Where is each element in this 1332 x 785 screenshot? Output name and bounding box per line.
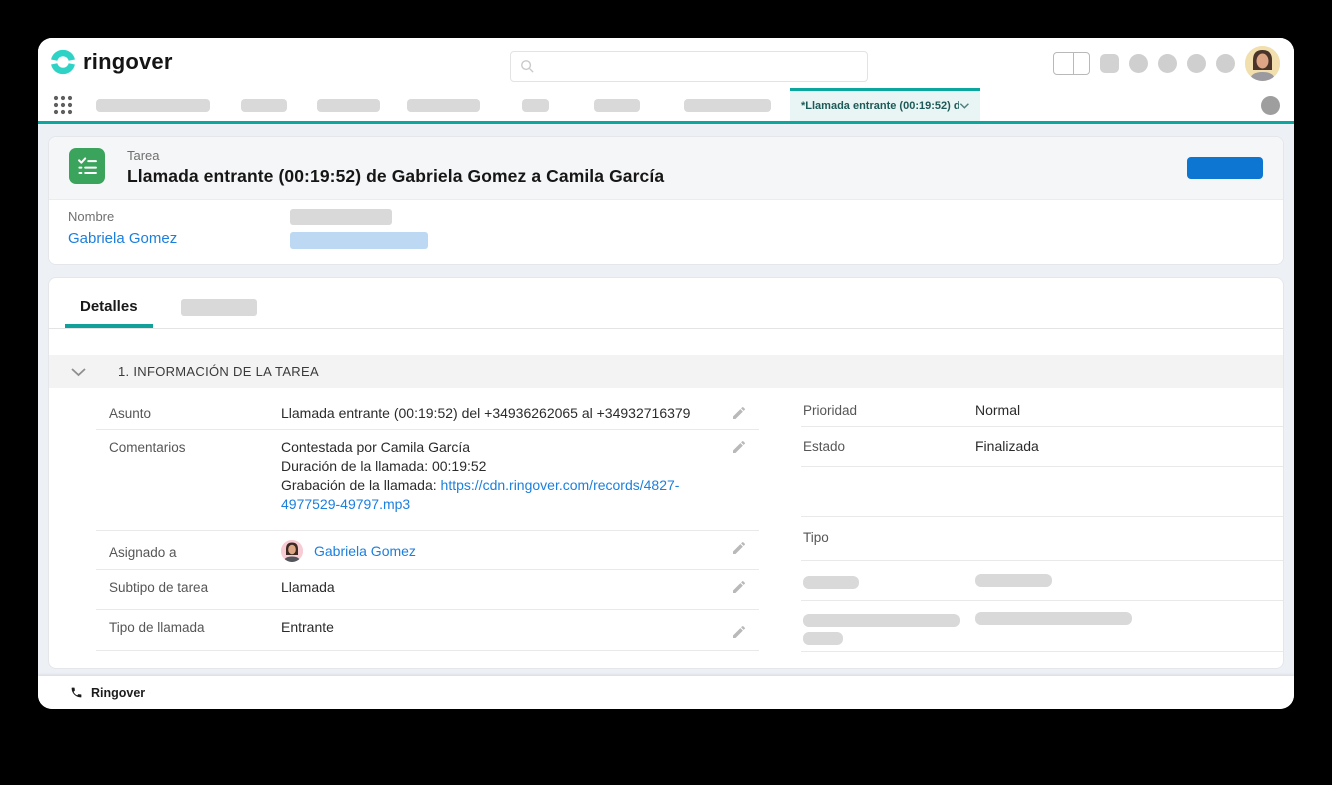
nav-item-placeholder[interactable]: [96, 99, 210, 112]
fields-column-right: Prioridad Normal Estado Finalizada Tipo: [801, 396, 1283, 652]
topbar-placeholder-icon[interactable]: [1129, 54, 1148, 73]
edit-pencil-icon[interactable]: [731, 624, 747, 640]
field-row-placeholder: [801, 601, 1283, 652]
footer-brand-label: Ringover: [91, 686, 145, 700]
search-icon: [520, 59, 535, 74]
field-label: Subtipo de tarea: [109, 578, 281, 595]
field-label: Asunto: [109, 404, 281, 421]
ringover-logo-text: ringover: [83, 49, 173, 75]
assignee-link[interactable]: Gabriela Gomez: [314, 542, 416, 561]
field-row-placeholder: [801, 561, 1283, 601]
placeholder-link-bar[interactable]: [290, 232, 428, 249]
assignee-avatar: [281, 540, 303, 562]
topbar-placeholder-icon[interactable]: [1100, 54, 1119, 73]
placeholder-bar: [290, 209, 392, 225]
global-search: [510, 51, 868, 82]
header-action-button[interactable]: [1187, 157, 1263, 179]
topbar-placeholder-icon[interactable]: [1158, 54, 1177, 73]
name-field-label: Nombre: [68, 209, 290, 224]
field-row-empty: [801, 467, 1283, 517]
field-label-placeholder: [803, 612, 975, 645]
top-bar: ringover: [38, 38, 1294, 88]
record-highlights: Nombre Gabriela Gomez: [49, 199, 1283, 264]
field-label-placeholder: [803, 574, 975, 589]
fields-column-left: Asunto Llamada entrante (00:19:52) del +…: [96, 396, 759, 652]
main-content: Tarea Llamada entrante (00:19:52) de Gab…: [38, 124, 1294, 676]
record-header-top: Tarea Llamada entrante (00:19:52) de Gab…: [49, 137, 1283, 199]
entity-label: Tarea: [127, 148, 664, 163]
section-header-informacion[interactable]: 1. INFORMACIÓN DE LA TAREA: [49, 355, 1283, 388]
phone-icon: [70, 686, 83, 699]
edit-pencil-icon[interactable]: [731, 540, 747, 556]
app-window: ringover: [38, 38, 1294, 709]
tab-label: *Llamada entrante (00:19:52) de…: [801, 100, 959, 112]
field-label: Comentarios: [109, 438, 281, 455]
section-title: 1. INFORMACIÓN DE LA TAREA: [118, 364, 319, 379]
record-header-texts: Tarea Llamada entrante (00:19:52) de Gab…: [127, 148, 664, 187]
edit-pencil-icon[interactable]: [731, 439, 747, 455]
field-label: Tipo de llamada: [109, 618, 281, 635]
field-row-tipo-llamada: Tipo de llamada Entrante: [96, 610, 759, 651]
edit-pencil-icon[interactable]: [731, 405, 747, 421]
comment-line: Duración de la llamada: 00:19:52: [281, 457, 725, 476]
field-value: Llamada entrante (00:19:52) del +3493626…: [281, 404, 759, 423]
field-label: Tipo: [803, 528, 975, 545]
nav-item-placeholder[interactable]: [241, 99, 287, 112]
field-label: Asignado a: [109, 543, 281, 560]
record-header-card: Tarea Llamada entrante (00:19:52) de Gab…: [48, 136, 1284, 265]
nav-item-placeholder[interactable]: [684, 99, 771, 112]
page-title: Llamada entrante (00:19:52) de Gabriela …: [127, 166, 664, 187]
field-value: Entrante: [281, 618, 759, 637]
field-row-asignado: Asignado a Gabriela Gomez: [96, 531, 759, 570]
task-icon: [69, 148, 105, 184]
field-row-asunto: Asunto Llamada entrante (00:19:52) del +…: [96, 396, 759, 430]
ringover-logo-icon: [50, 49, 76, 75]
comment-line: Grabación de la llamada: https://cdn.rin…: [281, 476, 725, 514]
nav-item-placeholder[interactable]: [407, 99, 480, 112]
field-value: Gabriela Gomez: [281, 540, 759, 562]
edit-pencil-icon[interactable]: [731, 579, 747, 595]
tab-llamada-entrante[interactable]: *Llamada entrante (00:19:52) de…: [790, 88, 980, 121]
ringover-logo: ringover: [50, 49, 173, 75]
field-value-placeholder: [975, 574, 1283, 587]
field-value: Normal: [975, 401, 1283, 420]
tabs-row: Detalles: [49, 278, 1283, 329]
fields-area: Asunto Llamada entrante (00:19:52) del +…: [49, 388, 1283, 652]
field-value-placeholder: [975, 612, 1283, 625]
name-link[interactable]: Gabriela Gomez: [68, 230, 177, 247]
nav-placeholder-icon[interactable]: [1261, 96, 1280, 115]
topbar-actions: [1053, 38, 1280, 88]
nav-item-placeholder[interactable]: [317, 99, 380, 112]
field-label: Prioridad: [803, 401, 975, 418]
search-input[interactable]: [542, 59, 858, 74]
comment-line-prefix: Grabación de la llamada:: [281, 477, 441, 493]
field-row-estado: Estado Finalizada: [801, 427, 1283, 467]
tab-detalles[interactable]: Detalles: [65, 292, 153, 328]
chevron-down-icon[interactable]: [959, 102, 970, 110]
split-view-icon[interactable]: [1053, 52, 1090, 75]
field-label: Estado: [803, 437, 975, 454]
field-row-prioridad: Prioridad Normal: [801, 396, 1283, 427]
nav-item-placeholder[interactable]: [522, 99, 549, 112]
chevron-down-icon[interactable]: [70, 367, 87, 377]
field-row-comentarios: Comentarios Contestada por Camila García…: [96, 430, 759, 531]
field-row-tipo: Tipo: [801, 517, 1283, 561]
topbar-placeholder-icon[interactable]: [1187, 54, 1206, 73]
footer-bar: Ringover: [38, 676, 1294, 709]
tab-placeholder[interactable]: [181, 299, 257, 316]
topbar-placeholder-icon[interactable]: [1216, 54, 1235, 73]
nav-bar: *Llamada entrante (00:19:52) de…: [38, 88, 1294, 124]
details-card: Detalles 1. INFORMACIÓN DE LA TAREA Asun…: [48, 277, 1284, 669]
app-launcher-icon[interactable]: [53, 95, 73, 115]
field-row-subtipo: Subtipo de tarea Llamada: [96, 570, 759, 610]
field-value: Finalizada: [975, 437, 1283, 456]
highlight-placeholder-field: [290, 209, 428, 249]
user-avatar[interactable]: [1245, 46, 1280, 81]
nav-item-placeholder[interactable]: [594, 99, 640, 112]
highlight-name-field: Nombre Gabriela Gomez: [68, 209, 290, 249]
comment-line: Contestada por Camila García: [281, 438, 725, 457]
field-value: Llamada: [281, 578, 759, 597]
field-value: Contestada por Camila García Duración de…: [281, 438, 759, 514]
